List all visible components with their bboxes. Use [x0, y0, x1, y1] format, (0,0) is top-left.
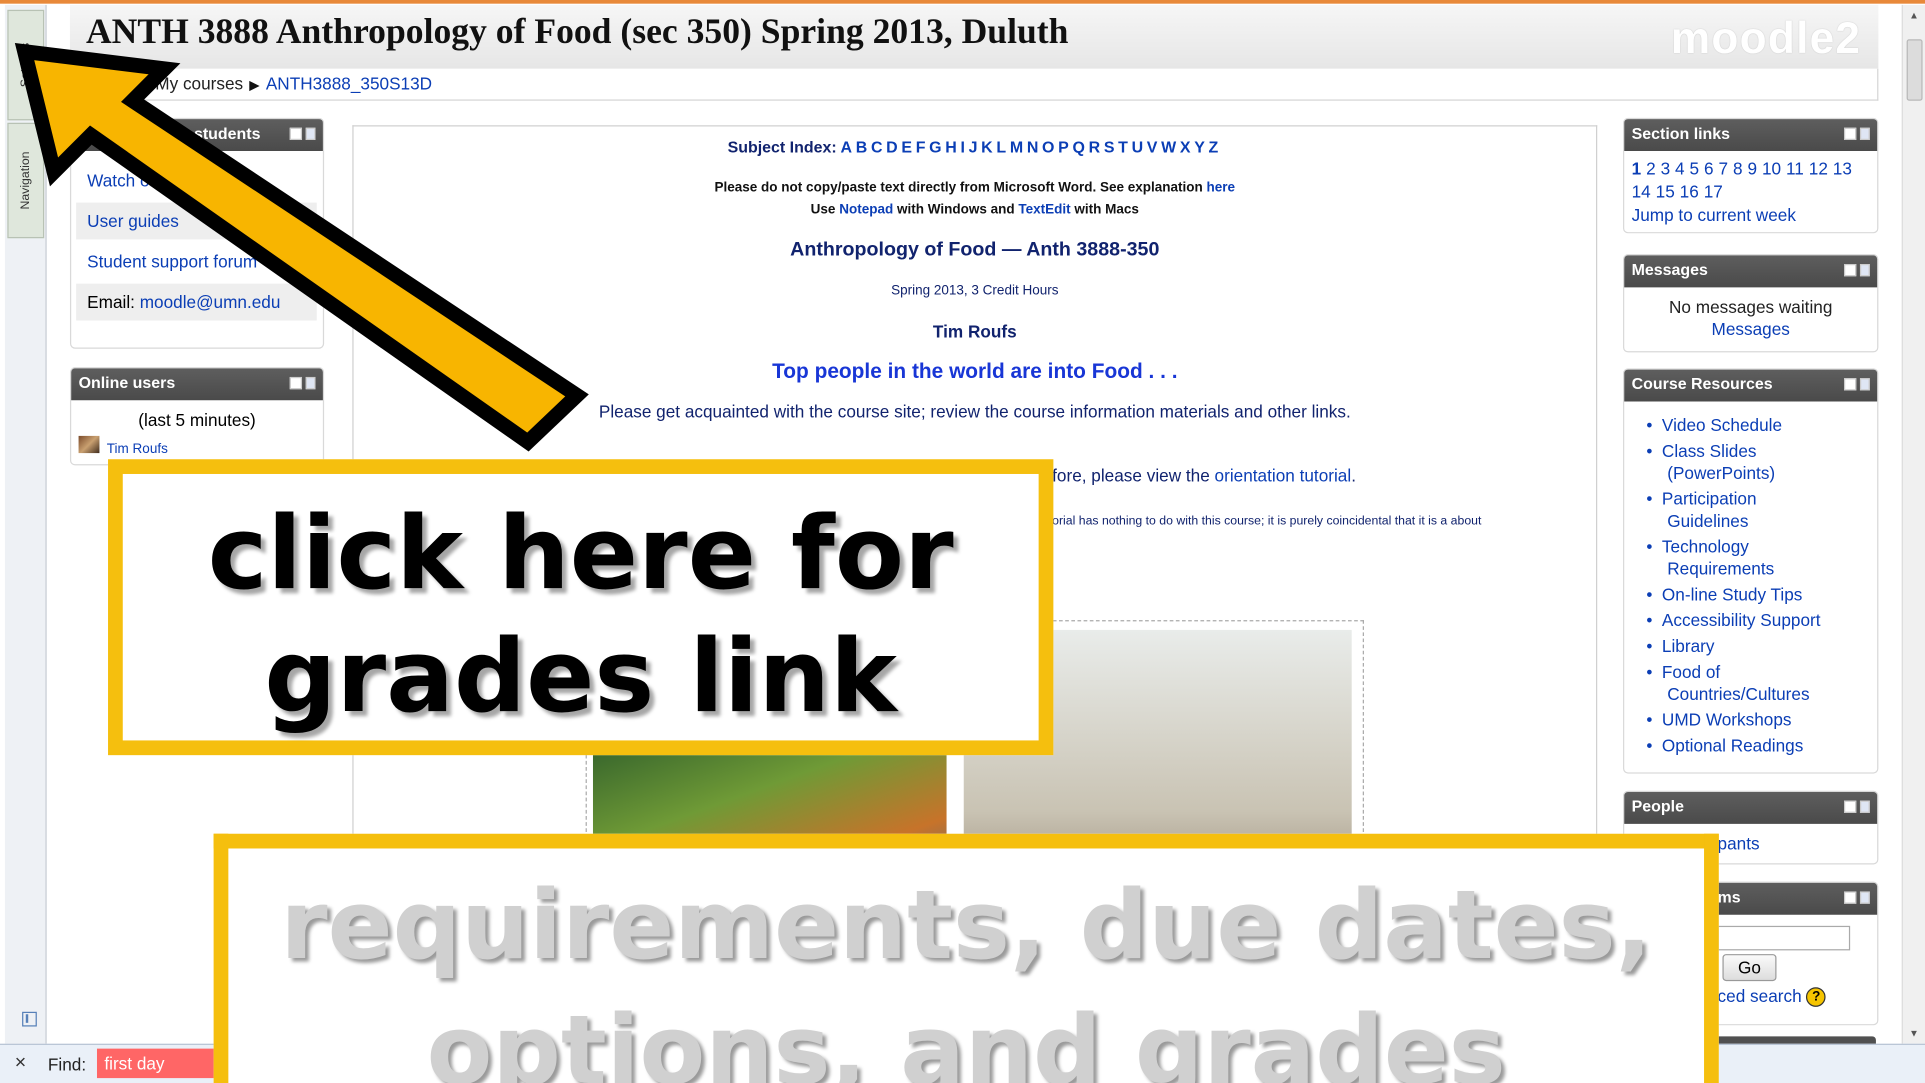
yellow-arrow-icon — [14, 42, 589, 452]
browser-window: Settings Navigation ANTH 3888 Anthropolo… — [0, 0, 1925, 1083]
callout2-line-1: requirements, due dates, — [280, 870, 1652, 982]
callout2-line-2: options, and grades — [426, 995, 1506, 1083]
grades-link-callout: click here for grades link — [108, 459, 1054, 756]
requirements-callout: requirements, due dates, options, and gr… — [213, 833, 1719, 1083]
callout-line-1: click here for — [207, 496, 954, 613]
callout-line-2: grades link — [264, 618, 897, 736]
